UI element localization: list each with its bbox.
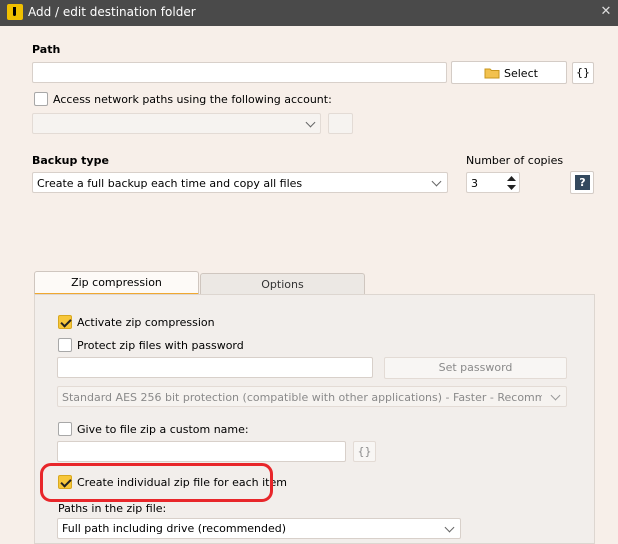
path-input[interactable] — [32, 62, 447, 83]
zip-paths-select[interactable]: Full path including drive (recommended) — [57, 518, 461, 539]
custom-name-variables-button[interactable]: {} — [353, 441, 376, 462]
chevron-down-icon — [431, 176, 442, 187]
zip-paths-label: Paths in the zip file: — [58, 502, 167, 515]
custom-name-checkbox[interactable] — [58, 422, 72, 436]
set-password-button[interactable]: Set password — [384, 357, 567, 379]
password-input[interactable] — [57, 357, 373, 378]
window-title: Add / edit destination folder — [28, 5, 196, 19]
protect-password-label: Protect zip files with password — [77, 339, 244, 352]
tab-options[interactable]: Options — [200, 273, 365, 295]
backup-type-select[interactable]: Create a full backup each time and copy … — [32, 172, 448, 193]
help-icon: ? — [575, 175, 590, 190]
select-folder-label: Select — [504, 67, 538, 80]
tab-zip-compression[interactable]: Zip compression — [34, 271, 199, 295]
highlight-annotation — [40, 463, 273, 502]
copies-label: Number of copies — [466, 154, 564, 167]
activate-zip-label: Activate zip compression — [77, 316, 215, 329]
folder-icon — [484, 68, 500, 79]
custom-name-input[interactable] — [57, 441, 346, 462]
help-button[interactable]: ? — [570, 171, 594, 194]
backup-type-label: Backup type — [32, 154, 109, 167]
chevron-down-icon — [444, 522, 455, 533]
network-account-checkbox[interactable] — [34, 92, 48, 106]
protect-password-checkbox[interactable] — [58, 338, 72, 352]
network-account-button[interactable] — [328, 113, 353, 134]
close-icon[interactable]: ✕ — [597, 2, 615, 22]
network-account-label: Access network paths using the following… — [53, 93, 332, 106]
chevron-down-icon — [305, 117, 316, 128]
path-label: Path — [32, 43, 61, 56]
stepper-arrows-icon[interactable] — [507, 176, 516, 190]
network-account-select[interactable] — [32, 113, 321, 134]
encryption-select[interactable]: Standard AES 256 bit protection (compati… — [57, 386, 567, 407]
custom-name-label: Give to file zip a custom name: — [77, 423, 249, 436]
path-variables-button[interactable]: {} — [572, 62, 594, 84]
select-folder-button[interactable]: Select — [451, 61, 567, 84]
app-logo-icon — [7, 4, 23, 20]
activate-zip-checkbox[interactable] — [58, 315, 72, 329]
copies-stepper[interactable]: 3 — [466, 172, 520, 193]
chevron-down-icon — [550, 390, 561, 401]
